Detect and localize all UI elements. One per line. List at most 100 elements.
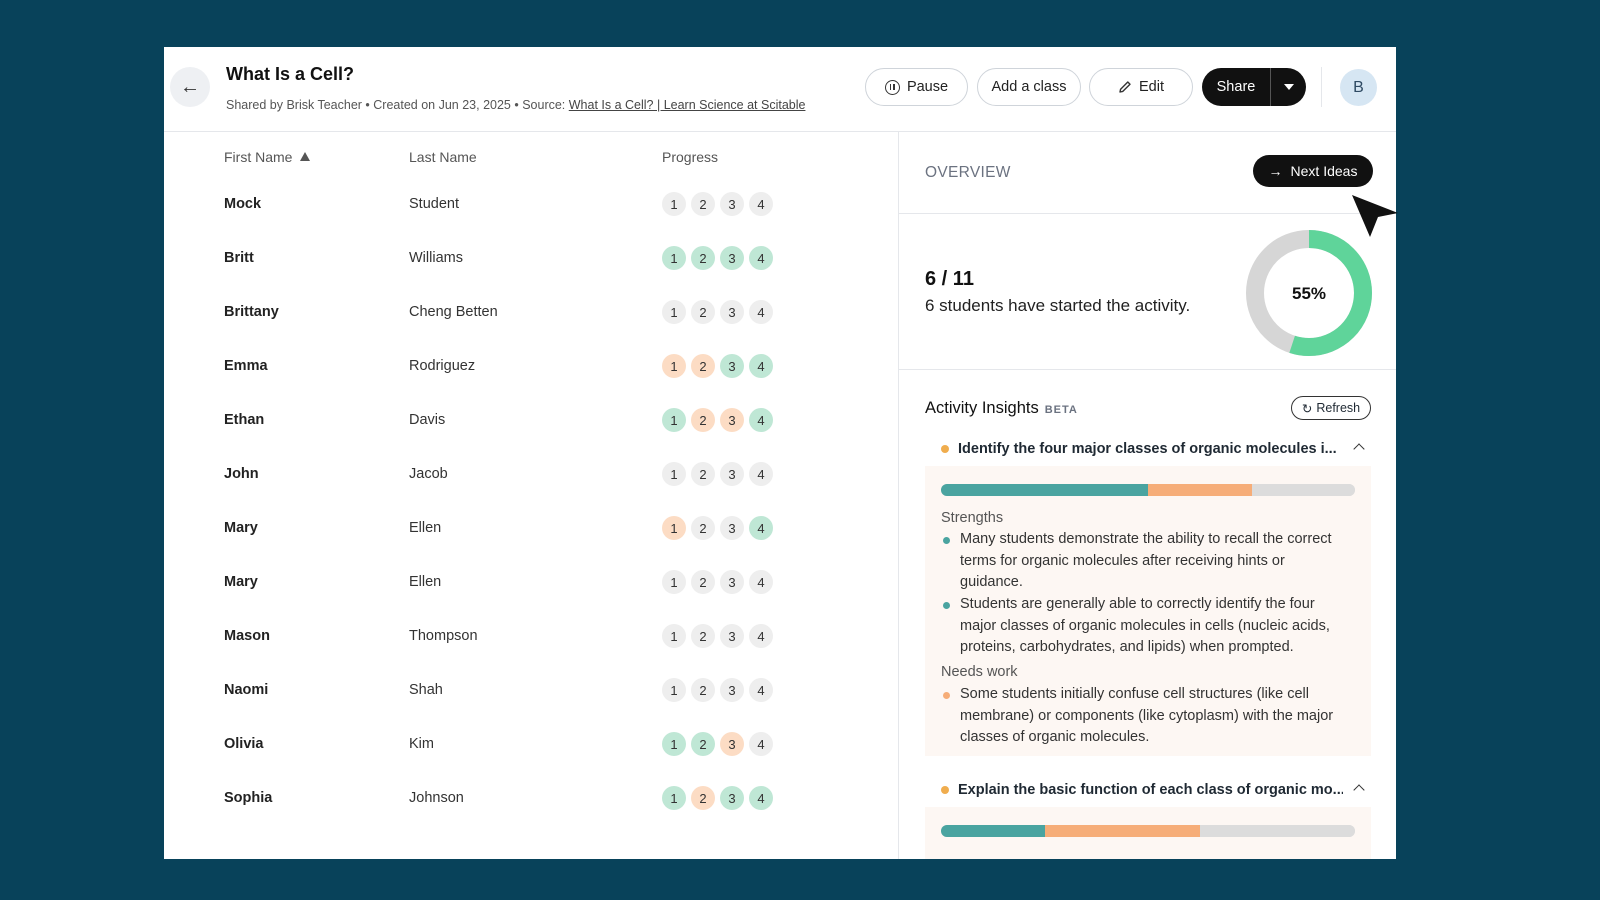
add-class-button[interactable]: Add a class [977, 68, 1081, 106]
table-row[interactable]: Brittany Cheng Betten 1 2 3 4 [164, 285, 898, 339]
table-row[interactable]: Mary Ellen 1 2 3 4 [164, 501, 898, 555]
progress-step[interactable]: 3 [720, 732, 744, 756]
share-button[interactable]: Share [1202, 79, 1270, 95]
progress-step[interactable]: 1 [662, 786, 686, 810]
header: ← What Is a Cell? Shared by Brisk Teache… [164, 47, 1396, 132]
progress-step[interactable]: 4 [749, 516, 773, 540]
progress-step[interactable]: 2 [691, 192, 715, 216]
strength-item: Students are generally able to correctly… [941, 594, 1351, 659]
back-button[interactable]: ← [170, 67, 210, 107]
table-row[interactable]: Olivia Kim 1 2 3 4 [164, 717, 898, 771]
subtitle-meta: Shared by Brisk Teacher • Created on Jun… [226, 98, 569, 112]
progress-step[interactable]: 4 [749, 624, 773, 648]
next-ideas-button[interactable]: → Next Ideas [1253, 155, 1373, 187]
progress-step[interactable]: 3 [720, 516, 744, 540]
progress-step[interactable]: 2 [691, 408, 715, 432]
table-row[interactable]: Ethan Davis 1 2 3 4 [164, 393, 898, 447]
objective-header[interactable]: Identify the four major classes of organ… [925, 432, 1371, 466]
table-row[interactable]: Mock Student 1 2 3 4 [164, 177, 898, 231]
objective-header[interactable]: Explain the basic function of each class… [925, 773, 1371, 807]
avatar[interactable]: B [1340, 69, 1377, 106]
progress-step[interactable]: 4 [749, 570, 773, 594]
progress-step[interactable]: 4 [749, 786, 773, 810]
column-header-progress[interactable]: Progress [662, 149, 718, 165]
progress-step[interactable]: 4 [749, 408, 773, 432]
table-row[interactable]: John Jacob 1 2 3 4 [164, 447, 898, 501]
last-name-cell: Student [409, 196, 459, 212]
column-first-label: First Name [224, 149, 293, 165]
progress-step[interactable]: 3 [720, 678, 744, 702]
progress-step[interactable]: 4 [749, 678, 773, 702]
progress-step[interactable]: 3 [720, 624, 744, 648]
progress-step[interactable]: 2 [691, 516, 715, 540]
pause-button[interactable]: Pause [865, 68, 968, 106]
progress-step[interactable]: 1 [662, 408, 686, 432]
progress-step[interactable]: 4 [749, 300, 773, 324]
table-row[interactable]: Emma Rodriguez 1 2 3 4 [164, 339, 898, 393]
edit-label: Edit [1139, 79, 1164, 95]
progress-step[interactable]: 4 [749, 192, 773, 216]
pause-label: Pause [906, 79, 949, 95]
column-header-first-name[interactable]: First Name [224, 149, 311, 165]
insights-divider [899, 369, 1396, 370]
arrow-left-icon: ← [180, 75, 200, 98]
progress-step[interactable]: 1 [662, 678, 686, 702]
progress-step[interactable]: 2 [691, 300, 715, 324]
progress-step[interactable]: 3 [720, 246, 744, 270]
progress-step[interactable]: 4 [749, 732, 773, 756]
last-name-cell: Ellen [409, 520, 442, 536]
table-row[interactable]: Mary Ellen 1 2 3 4 [164, 555, 898, 609]
progress-step[interactable]: 3 [720, 300, 744, 324]
progress-step[interactable]: 2 [691, 786, 715, 810]
progress-step[interactable]: 2 [691, 246, 715, 270]
source-link[interactable]: What Is a Cell? | Learn Science at Scita… [569, 98, 806, 112]
share-dropdown-button[interactable] [1271, 84, 1306, 90]
objective-details: Strengths Many students demonstrate the … [925, 466, 1371, 756]
add-class-label: Add a class [991, 79, 1067, 95]
progress-step[interactable]: 1 [662, 624, 686, 648]
progress-step[interactable]: 1 [662, 246, 686, 270]
last-name-cell: Thompson [409, 628, 478, 644]
progress-step[interactable]: 3 [720, 786, 744, 810]
bar-segment-remaining [1251, 484, 1355, 496]
progress-step[interactable]: 1 [662, 732, 686, 756]
progress-step[interactable]: 3 [720, 570, 744, 594]
progress-step[interactable]: 3 [720, 408, 744, 432]
progress-steps: 1234 [662, 246, 773, 270]
objective-heading: Explain the basic function of each class… [958, 782, 1343, 798]
progress-step[interactable]: 2 [691, 678, 715, 702]
progress-step[interactable]: 2 [691, 354, 715, 378]
progress-step[interactable]: 2 [691, 570, 715, 594]
progress-step[interactable]: 2 [691, 462, 715, 486]
table-row[interactable]: Britt Williams 1 2 3 4 [164, 231, 898, 285]
table-row[interactable]: Mason Thompson 1 2 3 4 [164, 609, 898, 663]
table-row[interactable]: Naomi Shah 1 2 3 4 [164, 663, 898, 717]
progress-step[interactable]: 2 [691, 624, 715, 648]
chevron-up-icon [1353, 784, 1365, 796]
strength-item: Many students demonstrate the ability to… [941, 529, 1351, 594]
first-name-cell: Mary [224, 520, 258, 536]
chevron-up-icon [1353, 443, 1365, 455]
column-header-last-name[interactable]: Last Name [409, 149, 477, 165]
page-title: What Is a Cell? [226, 64, 355, 84]
progress-steps: 1234 [662, 192, 773, 216]
progress-step[interactable]: 4 [749, 246, 773, 270]
progress-step[interactable]: 3 [720, 462, 744, 486]
edit-button[interactable]: Edit [1089, 68, 1193, 106]
refresh-button[interactable]: ↻ Refresh [1291, 396, 1371, 420]
progress-step[interactable]: 4 [749, 462, 773, 486]
progress-step[interactable]: 4 [749, 354, 773, 378]
progress-step[interactable]: 3 [720, 192, 744, 216]
first-name-cell: Mock [224, 196, 262, 212]
progress-step[interactable]: 3 [720, 354, 744, 378]
progress-step[interactable]: 1 [662, 570, 686, 594]
progress-step[interactable]: 1 [662, 354, 686, 378]
table-row[interactable]: Sophia Johnson 1 2 3 4 [164, 771, 898, 825]
progress-step[interactable]: 2 [691, 732, 715, 756]
progress-step[interactable]: 1 [662, 192, 686, 216]
progress-step[interactable]: 1 [662, 300, 686, 324]
progress-step[interactable]: 1 [662, 462, 686, 486]
progress-step[interactable]: 1 [662, 516, 686, 540]
first-name-cell: Sophia [224, 790, 273, 806]
objective-status-dot [941, 445, 949, 453]
